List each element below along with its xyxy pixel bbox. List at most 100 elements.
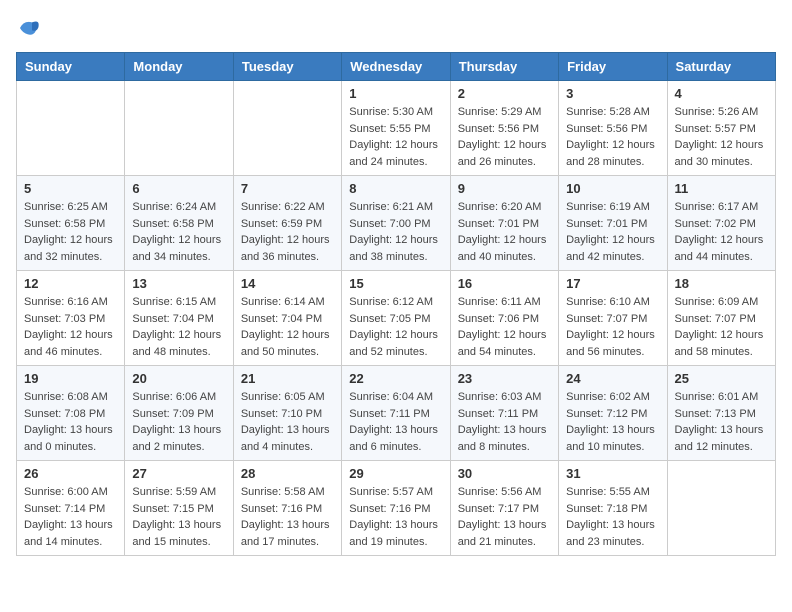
calendar-day-cell: 25Sunrise: 6:01 AMSunset: 7:13 PMDayligh… [667, 366, 775, 461]
day-number: 9 [458, 181, 551, 196]
day-info: Sunrise: 6:11 AMSunset: 7:06 PMDaylight:… [458, 294, 551, 360]
calendar-day-cell: 18 Sunrise: 6:09 AMSunset: 7:07 PMDayligh… [667, 271, 775, 366]
sunrise-text: Sunrise: 6:06 AM [132, 389, 225, 406]
daylight-text: Daylight: 13 hours and 19 minutes. [349, 517, 442, 550]
calendar-day-cell: 5Sunrise: 6:25 AMSunset: 6:58 PMDaylight… [17, 176, 125, 271]
day-number: 30 [458, 466, 551, 481]
sunrise-text: Sunrise: 6:25 AM [24, 199, 117, 216]
day-info: Sunrise: 5:57 AMSunset: 7:16 PMDaylight:… [349, 484, 442, 550]
daylight-text: Daylight: 12 hours and 34 minutes. [132, 232, 225, 265]
daylight-text: Daylight: 12 hours and 54 minutes. [458, 327, 551, 360]
day-info: Sunrise: 6:25 AMSunset: 6:58 PMDaylight:… [24, 199, 117, 265]
calendar-day-cell [233, 81, 341, 176]
day-info: Sunrise: 6:20 AMSunset: 7:01 PMDaylight:… [458, 199, 551, 265]
calendar-day-cell: 3Sunrise: 5:28 AMSunset: 5:56 PMDaylight… [559, 81, 667, 176]
day-info: Sunrise: 6:09 AMSunset: 7:07 PMDaylight:… [675, 294, 768, 360]
sunrise-text: Sunrise: 6:14 AM [241, 294, 334, 311]
day-number: 19 [24, 371, 117, 386]
day-number: 29 [349, 466, 442, 481]
page-header [16, 16, 776, 40]
day-info: Sunrise: 6:22 AMSunset: 6:59 PMDaylight:… [241, 199, 334, 265]
day-number: 27 [132, 466, 225, 481]
sunrise-text: Sunrise: 5:57 AM [349, 484, 442, 501]
day-info: Sunrise: 6:10 AMSunset: 7:07 PMDaylight:… [566, 294, 659, 360]
calendar-day-cell: 11Sunrise: 6:17 AMSunset: 7:02 PMDayligh… [667, 176, 775, 271]
calendar-day-cell: 8Sunrise: 6:21 AMSunset: 7:00 PMDaylight… [342, 176, 450, 271]
day-number: 16 [458, 276, 551, 291]
day-info: Sunrise: 5:56 AMSunset: 7:17 PMDaylight:… [458, 484, 551, 550]
calendar-day-cell: 9 Sunrise: 6:20 AMSunset: 7:01 PMDaylight… [450, 176, 558, 271]
day-number: 7 [241, 181, 334, 196]
sunset-text: Sunset: 7:04 PM [132, 311, 225, 328]
weekday-header: Saturday [667, 53, 775, 81]
sunset-text: Sunset: 5:57 PM [675, 121, 768, 138]
daylight-text: Daylight: 12 hours and 48 minutes. [132, 327, 225, 360]
day-number: 25 [675, 371, 768, 386]
day-info: Sunrise: 6:19 AMSunset: 7:01 PMDaylight:… [566, 199, 659, 265]
day-number: 26 [24, 466, 117, 481]
calendar-day-cell: 7 Sunrise: 6:22 AMSunset: 6:59 PMDaylight… [233, 176, 341, 271]
calendar-day-cell: 15Sunrise: 6:12 AMSunset: 7:05 PMDayligh… [342, 271, 450, 366]
daylight-text: Daylight: 13 hours and 17 minutes. [241, 517, 334, 550]
daylight-text: Daylight: 12 hours and 26 minutes. [458, 137, 551, 170]
daylight-text: Daylight: 12 hours and 58 minutes. [675, 327, 768, 360]
day-info: Sunrise: 5:29 AMSunset: 5:56 PMDaylight:… [458, 104, 551, 170]
day-number: 20 [132, 371, 225, 386]
weekday-header: Monday [125, 53, 233, 81]
sunrise-text: Sunrise: 6:15 AM [132, 294, 225, 311]
daylight-text: Daylight: 13 hours and 8 minutes. [458, 422, 551, 455]
sunrise-text: Sunrise: 5:56 AM [458, 484, 551, 501]
calendar-day-cell: 14Sunrise: 6:14 AMSunset: 7:04 PMDayligh… [233, 271, 341, 366]
sunset-text: Sunset: 5:55 PM [349, 121, 442, 138]
day-number: 17 [566, 276, 659, 291]
calendar-day-cell: 23 Sunrise: 6:03 AMSunset: 7:11 PMDayligh… [450, 366, 558, 461]
calendar-day-cell: 6Sunrise: 6:24 AMSunset: 6:58 PMDaylight… [125, 176, 233, 271]
daylight-text: Daylight: 13 hours and 0 minutes. [24, 422, 117, 455]
sunset-text: Sunset: 7:09 PM [132, 406, 225, 423]
sunset-text: Sunset: 7:11 PM [458, 406, 551, 423]
calendar-day-cell [667, 461, 775, 556]
day-info: Sunrise: 6:14 AMSunset: 7:04 PMDaylight:… [241, 294, 334, 360]
calendar-week-row: 5Sunrise: 6:25 AMSunset: 6:58 PMDaylight… [17, 176, 776, 271]
sunset-text: Sunset: 7:18 PM [566, 501, 659, 518]
day-number: 2 [458, 86, 551, 101]
sunrise-text: Sunrise: 5:58 AM [241, 484, 334, 501]
sunrise-text: Sunrise: 6:11 AM [458, 294, 551, 311]
sunrise-text: Sunrise: 6:08 AM [24, 389, 117, 406]
weekday-header: Sunday [17, 53, 125, 81]
calendar-day-cell: 1Sunrise: 5:30 AMSunset: 5:55 PMDaylight… [342, 81, 450, 176]
daylight-text: Daylight: 13 hours and 10 minutes. [566, 422, 659, 455]
daylight-text: Daylight: 13 hours and 2 minutes. [132, 422, 225, 455]
daylight-text: Daylight: 12 hours and 36 minutes. [241, 232, 334, 265]
daylight-text: Daylight: 12 hours and 28 minutes. [566, 137, 659, 170]
weekday-header: Thursday [450, 53, 558, 81]
sunset-text: Sunset: 5:56 PM [458, 121, 551, 138]
daylight-text: Daylight: 13 hours and 12 minutes. [675, 422, 768, 455]
sunset-text: Sunset: 7:16 PM [241, 501, 334, 518]
day-number: 18 [675, 276, 768, 291]
daylight-text: Daylight: 12 hours and 24 minutes. [349, 137, 442, 170]
weekday-header: Tuesday [233, 53, 341, 81]
calendar-week-row: 26 Sunrise: 6:00 AMSunset: 7:14 PMDayligh… [17, 461, 776, 556]
day-number: 24 [566, 371, 659, 386]
day-info: Sunrise: 6:03 AMSunset: 7:11 PMDaylight:… [458, 389, 551, 455]
daylight-text: Daylight: 12 hours and 38 minutes. [349, 232, 442, 265]
calendar-day-cell: 2 Sunrise: 5:29 AMSunset: 5:56 PMDaylight… [450, 81, 558, 176]
calendar-day-cell: 19Sunrise: 6:08 AMSunset: 7:08 PMDayligh… [17, 366, 125, 461]
sunset-text: Sunset: 7:00 PM [349, 216, 442, 233]
sunrise-text: Sunrise: 5:59 AM [132, 484, 225, 501]
calendar-table: SundayMondayTuesdayWednesdayThursdayFrid… [16, 52, 776, 556]
calendar-day-cell: 13Sunrise: 6:15 AMSunset: 7:04 PMDayligh… [125, 271, 233, 366]
sunset-text: Sunset: 7:11 PM [349, 406, 442, 423]
day-info: Sunrise: 6:00 AMSunset: 7:14 PMDaylight:… [24, 484, 117, 550]
sunset-text: Sunset: 7:01 PM [566, 216, 659, 233]
day-number: 23 [458, 371, 551, 386]
day-info: Sunrise: 5:59 AMSunset: 7:15 PMDaylight:… [132, 484, 225, 550]
sunset-text: Sunset: 6:58 PM [24, 216, 117, 233]
day-number: 12 [24, 276, 117, 291]
sunrise-text: Sunrise: 6:22 AM [241, 199, 334, 216]
sunrise-text: Sunrise: 6:24 AM [132, 199, 225, 216]
day-number: 22 [349, 371, 442, 386]
sunset-text: Sunset: 7:05 PM [349, 311, 442, 328]
sunrise-text: Sunrise: 5:26 AM [675, 104, 768, 121]
